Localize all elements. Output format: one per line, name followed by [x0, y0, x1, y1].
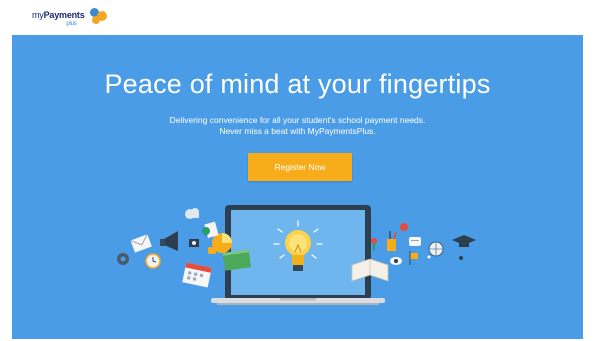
flag-icon	[409, 251, 418, 265]
message-icon	[409, 237, 421, 246]
cloud-icon	[185, 208, 199, 219]
dot-icon	[427, 255, 463, 260]
tree-icon	[202, 227, 210, 235]
hero-subtext: Delivering convenience for all your stud…	[169, 115, 426, 136]
logo-wordmark: myPayments plus	[32, 10, 85, 28]
hero-banner: Peace of mind at your fingertips Deliver…	[12, 35, 583, 339]
hero-headline: Peace of mind at your fingertips	[104, 69, 491, 99]
register-now-button[interactable]: Register Now	[248, 153, 352, 181]
site-header: myPayments plus	[0, 0, 594, 34]
calendar-icon	[182, 262, 212, 288]
flower-icon	[371, 238, 377, 251]
mypaymentsplus-logo[interactable]: myPayments plus	[32, 6, 108, 30]
graduation-cap-icon	[452, 235, 476, 247]
notification-icon	[400, 223, 408, 231]
globe-icon	[428, 241, 444, 257]
hero-illustration	[117, 205, 476, 305]
pencil-cup-icon	[387, 231, 397, 251]
envelope-icon	[130, 234, 152, 253]
gear-icon	[117, 253, 129, 265]
clock-icon	[145, 253, 161, 269]
green-book-icon	[222, 249, 251, 271]
logo-mark-icon	[86, 6, 108, 28]
megaphone-icon	[160, 231, 178, 251]
video-icon	[189, 239, 199, 247]
eye-icon	[390, 257, 402, 265]
